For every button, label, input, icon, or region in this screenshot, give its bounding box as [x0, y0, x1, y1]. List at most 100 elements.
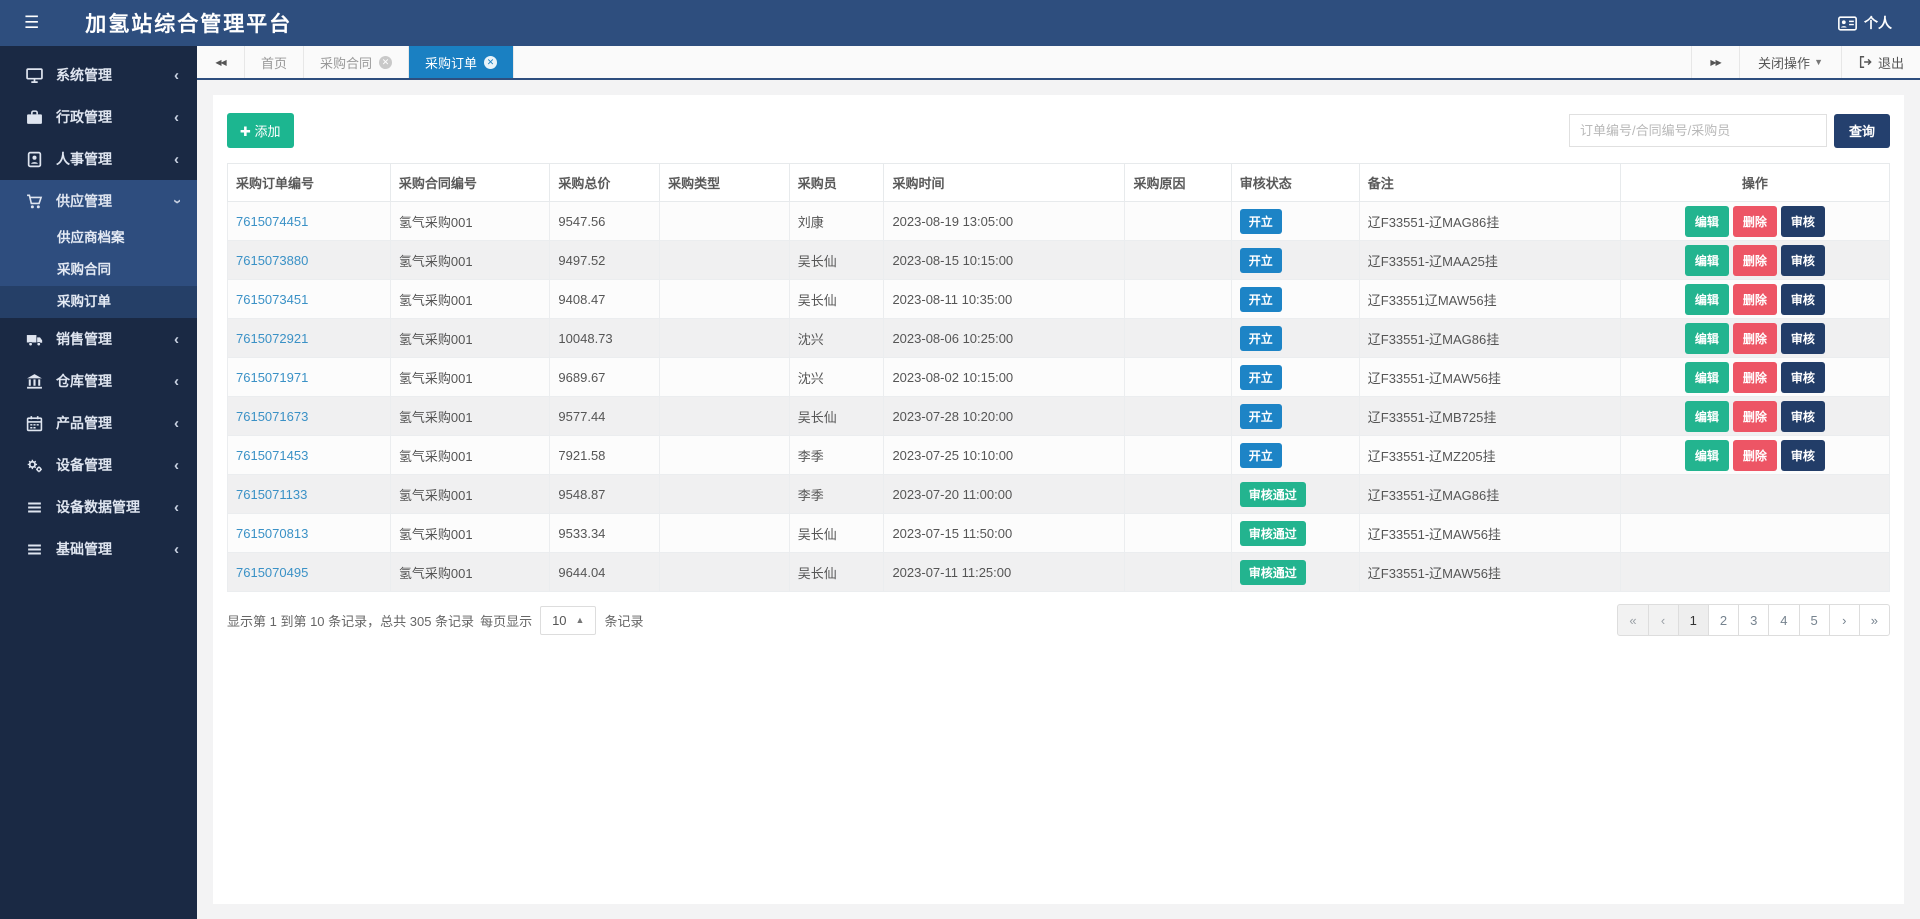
pagination-last[interactable]: » [1858, 604, 1890, 636]
edit-button[interactable]: 编辑 [1684, 361, 1729, 393]
delete-button[interactable]: 删除 [1732, 439, 1777, 471]
audit-button[interactable]: 审核 [1780, 439, 1825, 471]
column-header-total_price: 采购总价 [549, 163, 661, 202]
sidebar-item-sales[interactable]: 销售管理 ‹ [0, 318, 197, 360]
order-number-link[interactable]: 7615070813 [236, 526, 308, 541]
sidebar-group-equipment: 设备管理 ‹ [0, 444, 197, 486]
order-number-link[interactable]: 7615070495 [236, 565, 308, 580]
briefcase-icon [26, 109, 43, 126]
chevron-left-icon: ‹ [174, 66, 179, 84]
cell-order_no: 7615071971 [227, 357, 391, 397]
order-number-link[interactable]: 7615072921 [236, 331, 308, 346]
pagination-next[interactable]: › [1828, 604, 1860, 636]
audit-button[interactable]: 审核 [1780, 283, 1825, 315]
sidebar-submenu: 供应商档案 采购合同 采购订单 [0, 222, 197, 318]
sidebar-item-label: 设备数据管理 [56, 499, 140, 515]
cell-contract_no: 氢气采购001 [389, 513, 551, 553]
audit-button[interactable]: 审核 [1780, 244, 1825, 276]
sidebar-item-product[interactable]: 产品管理 ‹ [0, 402, 197, 444]
order-number-link[interactable]: 7615074451 [236, 214, 308, 229]
delete-button[interactable]: 删除 [1732, 244, 1777, 276]
delete-button[interactable]: 删除 [1732, 400, 1777, 432]
audit-button[interactable]: 审核 [1780, 400, 1825, 432]
cell-actions [1619, 552, 1891, 592]
edit-button[interactable]: 编辑 [1684, 244, 1729, 276]
pagination-page-4[interactable]: 4 [1768, 604, 1800, 636]
list-icon [26, 499, 43, 516]
close-operations-dropdown[interactable]: 关闭操作 ▼ [1739, 46, 1841, 78]
audit-button[interactable]: 审核 [1780, 361, 1825, 393]
tab-purchase-order[interactable]: 采购订单 ✕ [409, 46, 515, 78]
edit-button[interactable]: 编辑 [1684, 283, 1729, 315]
cell-total_price: 9548.87 [549, 474, 661, 514]
sidebar-item-basic[interactable]: 基础管理 ‹ [0, 528, 197, 570]
app-header: ☰ 加氢站综合管理平台 个人 [0, 0, 1920, 46]
sidebar-item-label: 销售管理 [56, 331, 112, 347]
pagination-page-5[interactable]: 5 [1798, 604, 1830, 636]
sidebar-item-equipment[interactable]: 设备管理 ‹ [0, 444, 197, 486]
page-content: ✚ 添加 查询 采购订单编号采购合同编号采购总价采购类型采购员采购时间采购原因审… [197, 80, 1920, 919]
cell-purchase_type [659, 201, 790, 241]
delete-button[interactable]: 删除 [1732, 322, 1777, 354]
order-number-link[interactable]: 7615073880 [236, 253, 308, 268]
sidebar-subitem-supplier-archive[interactable]: 供应商档案 [0, 222, 197, 254]
column-header-contract_no: 采购合同编号 [389, 163, 551, 202]
cell-purchase_time: 2023-08-11 10:35:00 [883, 279, 1126, 319]
delete-button[interactable]: 删除 [1732, 205, 1777, 237]
sidebar-subitem-purchase-order[interactable]: 采购订单 [0, 286, 197, 318]
sidebar-item-administrative[interactable]: 行政管理 ‹ [0, 96, 197, 138]
edit-button[interactable]: 编辑 [1684, 400, 1729, 432]
logout-button[interactable]: 退出 [1840, 46, 1920, 78]
delete-button[interactable]: 删除 [1732, 361, 1777, 393]
sidebar-group-product: 产品管理 ‹ [0, 402, 197, 444]
delete-button[interactable]: 删除 [1732, 283, 1777, 315]
pagination-first[interactable]: « [1617, 604, 1649, 636]
cell-remark: 辽F33551辽MAW56挂 [1358, 279, 1621, 319]
cell-reason [1124, 435, 1232, 475]
audit-button[interactable]: 审核 [1780, 322, 1825, 354]
sidebar-item-personnel[interactable]: 人事管理 ‹ [0, 138, 197, 180]
cell-order_no: 7615070495 [227, 552, 391, 592]
search-input[interactable] [1568, 114, 1827, 147]
tabs-scroll-right-icon[interactable]: ▶▶ [1691, 46, 1739, 78]
search-button[interactable]: 查询 [1833, 113, 1890, 148]
sidebar-item-warehouse[interactable]: 仓库管理 ‹ [0, 360, 197, 402]
order-number-link[interactable]: 7615071971 [236, 370, 308, 385]
table-row: 7615072921 氢气采购001 10048.73 沈兴 2023-08-06 10… [227, 318, 1891, 358]
tab-home[interactable]: 首页 [245, 46, 305, 78]
pagination-prev[interactable]: ‹ [1647, 604, 1679, 636]
sidebar-subitem-purchase-contract[interactable]: 采购合同 [0, 254, 197, 286]
edit-button[interactable]: 编辑 [1684, 439, 1729, 471]
close-icon[interactable]: ✕ [484, 55, 498, 69]
cell-buyer: 吴长仙 [788, 552, 885, 592]
sidebar-item-system[interactable]: 系统管理 ‹ [0, 54, 197, 96]
user-menu[interactable]: 个人 [1838, 13, 1892, 33]
table-row: 7615073880 氢气采购001 9497.52 吴长仙 2023-08-15 10… [227, 240, 1891, 280]
order-number-link[interactable]: 7615073451 [236, 292, 308, 307]
add-button[interactable]: ✚ 添加 [227, 113, 294, 148]
order-number-link[interactable]: 7615071133 [236, 487, 307, 502]
cell-contract_no: 氢气采购001 [389, 474, 551, 514]
order-number-link[interactable]: 7615071673 [236, 409, 308, 424]
edit-button[interactable]: 编辑 [1684, 205, 1729, 237]
close-icon[interactable]: ✕ [379, 55, 393, 69]
pagination-page-1[interactable]: 1 [1677, 604, 1709, 636]
audit-button[interactable]: 审核 [1780, 205, 1825, 237]
order-number-link[interactable]: 7615071453 [236, 448, 308, 463]
add-button-label: 添加 [254, 124, 281, 139]
cell-audit_status: 开立 [1230, 357, 1360, 397]
tab-purchase-contract[interactable]: 采购合同 ✕ [304, 46, 410, 78]
edit-button[interactable]: 编辑 [1684, 322, 1729, 354]
sidebar-item-supply[interactable]: 供应管理 ‹ [0, 180, 197, 222]
app-title: 加氢站综合管理平台 [85, 13, 293, 36]
pagination-page-2[interactable]: 2 [1707, 604, 1740, 636]
page-size-select[interactable]: 10 ▲ [540, 605, 597, 635]
hamburger-menu-icon[interactable]: ☰ [24, 13, 39, 33]
cell-audit_status: 开立 [1230, 396, 1360, 436]
status-badge: 开立 [1239, 403, 1282, 429]
status-badge: 审核通过 [1239, 481, 1306, 507]
cell-purchase_time: 2023-07-20 11:00:00 [883, 474, 1126, 514]
sidebar-item-equipment-data[interactable]: 设备数据管理 ‹ [0, 486, 197, 528]
pagination-page-3[interactable]: 3 [1738, 604, 1770, 636]
tabs-scroll-left-icon[interactable]: ◀◀ [197, 46, 245, 78]
